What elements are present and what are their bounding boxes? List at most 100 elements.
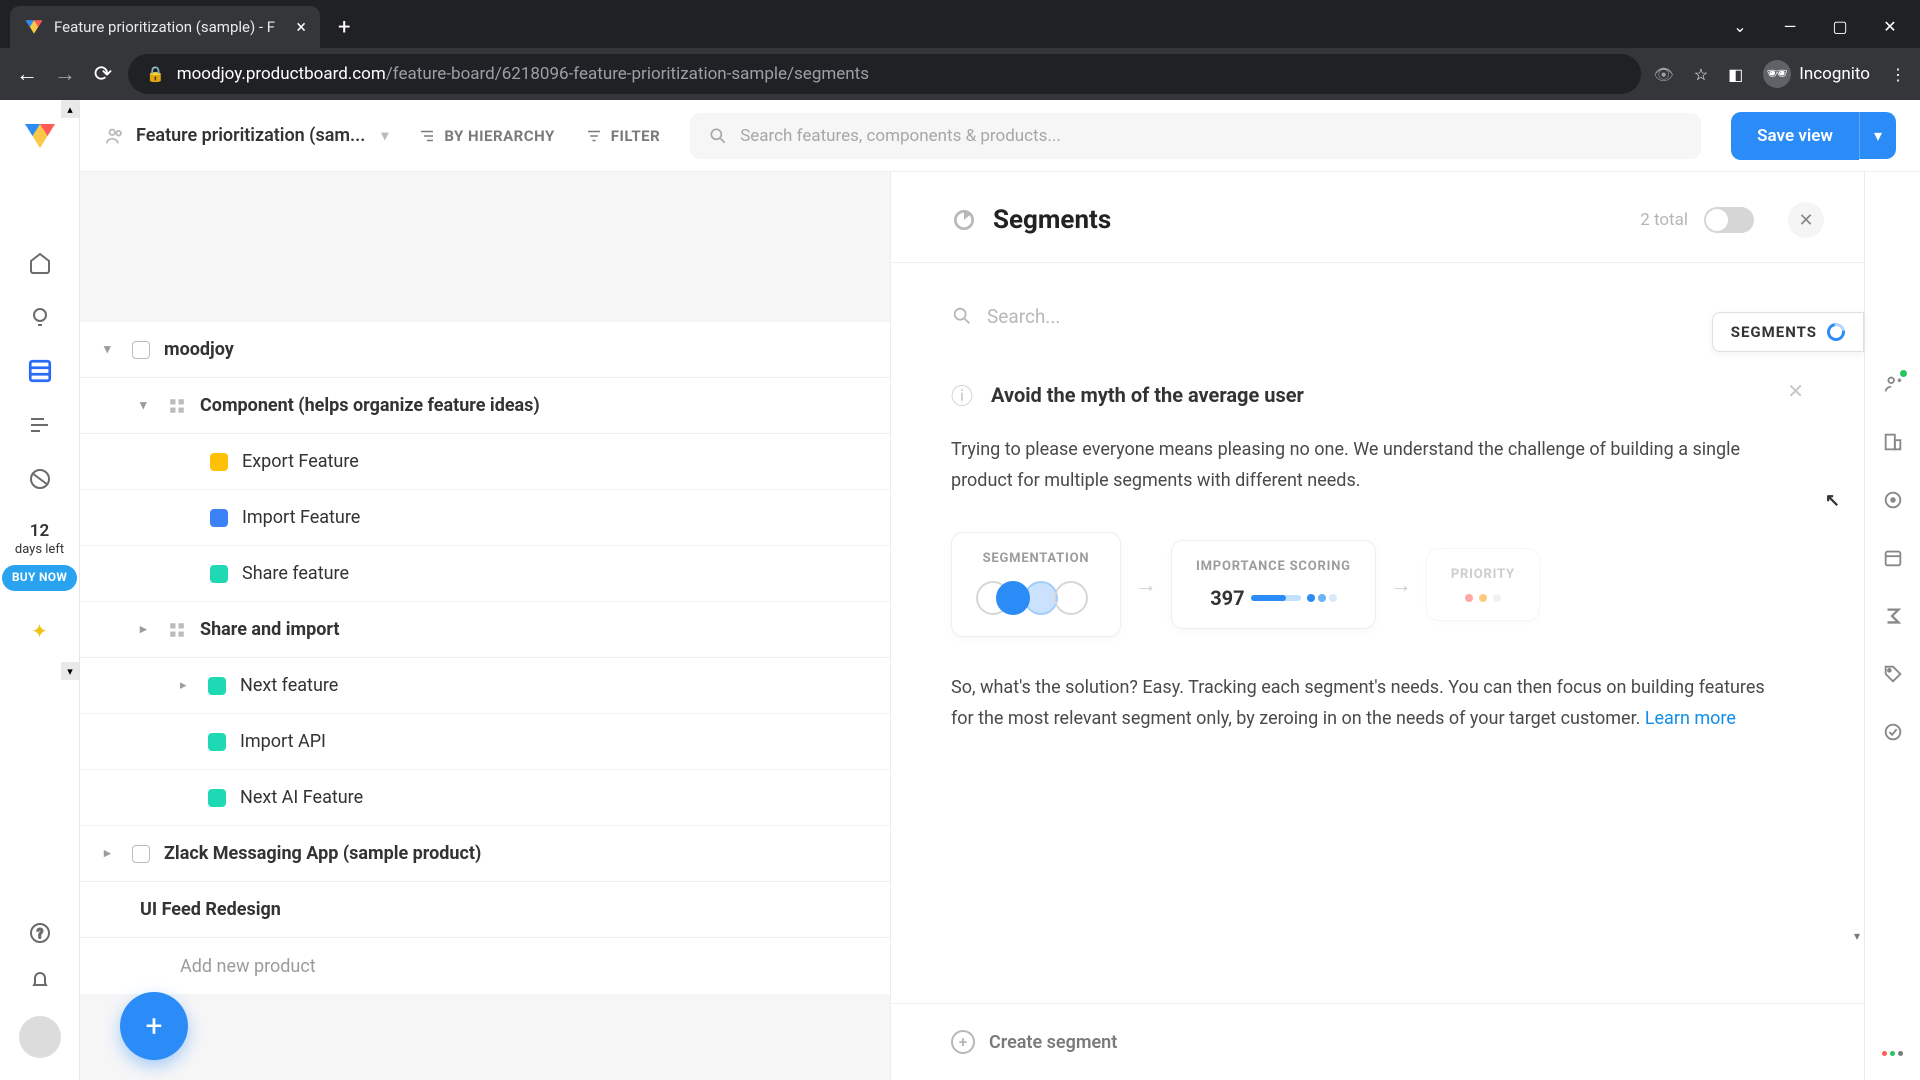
info-card: ⓘ Avoid the myth of the average user ✕ T… <box>951 379 1804 734</box>
learn-more-link[interactable]: Learn more <box>1645 708 1736 729</box>
feature-row-export[interactable]: Export Feature <box>80 434 890 490</box>
user-avatar[interactable] <box>19 1016 61 1058</box>
segments-header: Segments 2 total ✕ <box>891 172 1864 263</box>
calendar-icon[interactable] <box>1881 546 1905 570</box>
minimize-icon[interactable]: — <box>1780 17 1800 36</box>
chevron-right-icon[interactable]: ▸ <box>104 846 122 861</box>
feature-row-next[interactable]: ▸ Next feature <box>80 658 890 714</box>
left-nav-rail: ▴ ▾ 12 days left BUY NOW ✦ ? <box>0 100 80 1080</box>
reload-icon[interactable]: ⟳ <box>90 61 116 87</box>
feature-row-next-ai[interactable]: ▸ Next AI Feature <box>80 770 890 826</box>
roadmap-icon[interactable] <box>27 412 53 438</box>
chevron-down-icon[interactable]: ▾ <box>140 398 158 413</box>
tab-close-icon[interactable]: × <box>296 17 306 38</box>
feature-color-swatch <box>208 677 226 695</box>
component-row[interactable]: ▾ Component (helps organize feature idea… <box>80 378 890 434</box>
segments-side-tab[interactable]: SEGMENTS ↖ <box>1712 312 1864 352</box>
check-circle-icon[interactable] <box>1881 720 1905 744</box>
step-cards: SEGMENTATION → IMPORTANCE SCOR <box>951 532 1774 637</box>
buy-now-button[interactable]: BUY NOW <box>2 565 77 591</box>
help-icon[interactable]: ? <box>27 920 53 946</box>
scroll-down-icon[interactable]: ▾ <box>61 662 79 680</box>
component-row-share-import[interactable]: ▸ Share and import <box>80 602 890 658</box>
product-row-zlack[interactable]: ▸ Zlack Messaging App (sample product) <box>80 826 890 882</box>
address-bar[interactable]: 🔒 moodjoy.productboard.com/feature-board… <box>128 54 1641 94</box>
feature-label: Next feature <box>240 675 338 696</box>
product-row-moodjoy[interactable]: ▾ moodjoy <box>80 322 890 378</box>
incognito-label: Incognito <box>1799 64 1870 84</box>
forward-icon[interactable]: → <box>52 61 78 87</box>
lock-icon: 🔒 <box>146 65 165 83</box>
chevron-down-icon[interactable]: ▾ <box>104 342 122 357</box>
tag-icon[interactable] <box>1881 662 1905 686</box>
incognito-badge[interactable]: 🕶 Incognito <box>1763 60 1870 88</box>
user-plus-icon[interactable] <box>1881 372 1905 396</box>
feature-tree-panel: ▾ moodjoy ▾ Component (helps organize fe… <box>80 172 890 1080</box>
info-title: Avoid the myth of the average user <box>991 383 1304 407</box>
sigma-icon[interactable] <box>1881 604 1905 628</box>
bell-icon[interactable] <box>27 968 53 994</box>
info-close-icon[interactable]: ✕ <box>1787 379 1804 403</box>
segments-panel: Segments 2 total ✕ Search... ⓘ A <box>890 172 1864 1080</box>
side-panel-icon[interactable]: ◧ <box>1728 65 1743 84</box>
segments-toggle[interactable] <box>1704 207 1754 233</box>
save-view-dropdown[interactable]: ▾ <box>1859 112 1896 159</box>
portal-icon[interactable] <box>27 466 53 492</box>
segments-total: 2 total <box>1640 210 1688 230</box>
productboard-logo[interactable] <box>22 118 58 154</box>
company-icon[interactable] <box>1881 430 1905 454</box>
step-importance: IMPORTANCE SCORING 397 <box>1171 540 1376 629</box>
features-board-icon[interactable] <box>27 358 53 384</box>
add-product-row[interactable]: Add new product <box>80 938 890 994</box>
close-panel-icon[interactable]: ✕ <box>1788 202 1824 238</box>
target-icon[interactable] <box>1881 488 1905 512</box>
filter-icon <box>585 127 603 145</box>
bookmark-star-icon[interactable]: ☆ <box>1694 65 1708 84</box>
svg-text:?: ? <box>36 927 42 942</box>
chevron-right-icon[interactable]: ▸ <box>140 622 158 637</box>
lightbulb-icon[interactable] <box>27 304 53 330</box>
maximize-icon[interactable]: ▢ <box>1830 17 1850 36</box>
trial-days-label: days left <box>2 542 77 559</box>
eye-off-icon[interactable]: 👁 <box>1653 65 1673 84</box>
sparkle-icon[interactable]: ✦ <box>31 619 48 643</box>
search-input[interactable]: Search features, components & products..… <box>690 113 1701 159</box>
plus-circle-icon: + <box>951 1030 975 1054</box>
by-hierarchy-button[interactable]: BY HIERARCHY <box>418 127 554 145</box>
save-view-button[interactable]: Save view <box>1731 112 1859 160</box>
add-product-label: Add new product <box>180 956 316 977</box>
close-window-icon[interactable]: ✕ <box>1880 17 1900 36</box>
home-icon[interactable] <box>27 250 53 276</box>
add-fab[interactable]: + <box>120 992 188 1060</box>
tab-list-icon[interactable]: ⌄ <box>1730 17 1750 36</box>
product-row-ui-feed[interactable]: UI Feed Redesign <box>80 882 890 938</box>
search-placeholder: Search features, components & products..… <box>740 126 1061 146</box>
more-dots-icon[interactable] <box>1882 1051 1903 1056</box>
chevron-right-icon[interactable]: ▸ <box>180 678 198 693</box>
hierarchy-icon <box>418 127 436 145</box>
feature-label: Import API <box>240 731 326 752</box>
scroll-down-hint-icon[interactable]: ▾ <box>1854 929 1860 943</box>
filter-button[interactable]: FILTER <box>585 127 660 145</box>
feature-row-import-api[interactable]: ▸ Import API <box>80 714 890 770</box>
new-tab-button[interactable]: + <box>338 15 350 40</box>
people-icon <box>104 125 126 147</box>
feature-row-share[interactable]: Share feature <box>80 546 890 602</box>
product-label: UI Feed Redesign <box>140 899 281 920</box>
scroll-up-icon[interactable]: ▴ <box>61 100 79 118</box>
info-icon: ⓘ <box>951 379 973 411</box>
feature-label: Export Feature <box>242 451 359 472</box>
browser-tab[interactable]: Feature prioritization (sample) - F × <box>10 6 320 48</box>
kebab-menu-icon[interactable]: ⋮ <box>1890 65 1906 84</box>
component-icon <box>168 621 186 639</box>
back-icon[interactable]: ← <box>14 61 40 87</box>
create-segment-button[interactable]: + Create segment <box>891 1003 1864 1080</box>
board-title[interactable]: Feature prioritization (sam... ▾ <box>104 125 388 147</box>
feature-row-import[interactable]: Import Feature <box>80 490 890 546</box>
browser-tab-strip: Feature prioritization (sample) - F × + … <box>0 0 1920 48</box>
segments-tab-label: SEGMENTS <box>1731 323 1817 341</box>
segments-search-input[interactable]: Search... <box>951 293 1804 339</box>
create-segment-label: Create segment <box>989 1032 1117 1053</box>
step-label: PRIORITY <box>1451 567 1515 582</box>
info-text-2-content: So, what's the solution? Easy. Tracking … <box>951 677 1765 729</box>
